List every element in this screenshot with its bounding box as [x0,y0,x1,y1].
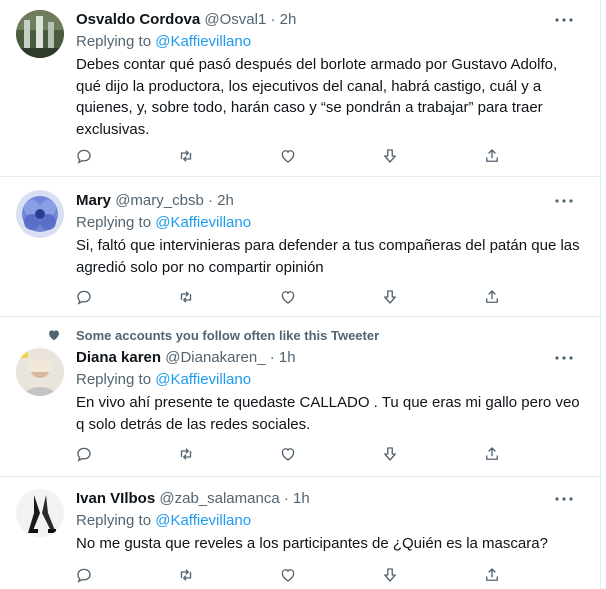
author-name[interactable]: Osvaldo Cordova [76,11,200,28]
reply-icon [77,447,91,462]
reply-button[interactable] [66,287,102,307]
tweet-actions [66,565,526,585]
retweet-icon [180,569,192,581]
replying-to: Replying to @Kaffievillano [76,32,251,52]
timestamp[interactable]: 1h [293,490,310,507]
more-icon [555,199,573,203]
like-button[interactable] [270,444,306,464]
timestamp[interactable]: 2h [217,192,234,209]
downvote-icon [384,447,396,461]
replying-to-link[interactable]: @Kaffievillano [155,33,251,50]
author-handle[interactable]: @zab_salamanca [159,490,279,507]
share-button[interactable] [474,444,510,464]
avatar[interactable] [16,10,64,58]
tweet[interactable]: Osvaldo Cordova @Osval1 · 2h Replying to… [0,0,600,177]
tweet-actions [66,146,526,166]
retweet-button[interactable] [168,444,204,464]
heart-icon [281,150,295,163]
retweet-icon [180,150,192,162]
more-icon [555,497,573,501]
share-button[interactable] [474,565,510,585]
reply-icon [77,568,91,583]
tweet-text: Si, faltó que intervinieras para defende… [76,237,580,276]
author-handle[interactable]: @Dianakaren_ [165,349,265,366]
replying-to-link[interactable]: @Kaffievillano [155,214,251,231]
separator-dot: · [270,11,276,28]
retweet-button[interactable] [168,287,204,307]
downvote-icon [384,568,396,582]
more-options-button[interactable] [552,348,576,368]
downvote-button[interactable] [372,146,408,166]
retweet-button[interactable] [168,146,204,166]
replying-to: Replying to @Kaffievillano [76,370,251,390]
replying-to-link[interactable]: @Kaffievillano [155,371,251,388]
more-options-button[interactable] [552,10,576,30]
separator-dot: · [269,349,275,366]
tweet[interactable]: Mary @mary_cbsb · 2h Replying to @Kaffie… [0,177,600,317]
like-button[interactable] [270,287,306,307]
retweet-icon [180,291,192,303]
replying-to-link[interactable]: @Kaffievillano [155,512,251,529]
share-icon [486,149,498,162]
replying-to-label: Replying to [76,371,156,388]
replying-to-label: Replying to [76,33,156,50]
tweet-header: Mary @mary_cbsb · 2h [76,191,234,211]
downvote-button[interactable] [372,287,408,307]
like-button[interactable] [270,565,306,585]
share-icon [486,447,498,460]
separator-dot: · [207,192,213,209]
replying-to: Replying to @Kaffievillano [76,511,251,531]
replying-to-label: Replying to [76,214,156,231]
author-handle[interactable]: @mary_cbsb [115,192,204,209]
replying-to: Replying to @Kaffievillano [76,213,251,233]
more-options-button[interactable] [552,489,576,509]
separator-dot: · [283,490,289,507]
timestamp[interactable]: 1h [279,349,296,366]
avatar[interactable] [16,190,64,238]
reply-icon [77,290,91,305]
author-name[interactable]: Diana karen [76,349,161,366]
reply-button[interactable] [66,565,102,585]
downvote-button[interactable] [372,565,408,585]
reply-button[interactable] [66,146,102,166]
retweet-icon [180,448,192,460]
share-icon [486,568,498,581]
avatar[interactable] [16,489,64,537]
more-icon [555,18,573,22]
reply-feed: Osvaldo Cordova @Osval1 · 2h Replying to… [0,0,601,589]
downvote-icon [384,149,396,163]
share-button[interactable] [474,146,510,166]
author-handle[interactable]: @Osval1 [204,11,266,28]
tweet-header: Ivan VIlbos @zab_salamanca · 1h [76,489,310,509]
author-name[interactable]: Mary [76,192,111,209]
tweet-header: Osvaldo Cordova @Osval1 · 2h [76,10,296,30]
tweet-header: Diana karen @Dianakaren_ · 1h [76,348,296,368]
reply-icon [77,149,91,164]
tweet-text: No me gusta que reveles a los participan… [76,535,548,552]
replying-to-label: Replying to [76,512,156,529]
tweet-actions [66,287,526,307]
downvote-button[interactable] [372,444,408,464]
downvote-icon [384,290,396,304]
more-icon [555,356,573,360]
tweet-text: En vivo ahí presente te quedaste CALLADO… [76,394,580,433]
tweet[interactable]: Diana karen @Dianakaren_ · 1h Replying t… [0,317,600,477]
tweet-text: Debes contar qué pasó después del borlot… [76,56,558,138]
heart-icon [281,291,295,304]
heart-icon [281,569,295,582]
heart-icon [281,448,295,461]
share-button[interactable] [474,287,510,307]
author-name[interactable]: Ivan VIlbos [76,490,155,507]
share-icon [486,290,498,303]
avatar[interactable] [16,348,64,396]
tweet-actions [66,444,526,464]
like-button[interactable] [270,146,306,166]
tweet[interactable]: Ivan VIlbos @zab_salamanca · 1h Replying… [0,477,600,589]
reply-button[interactable] [66,444,102,464]
more-options-button[interactable] [552,191,576,211]
retweet-button[interactable] [168,565,204,585]
timestamp[interactable]: 2h [280,11,297,28]
